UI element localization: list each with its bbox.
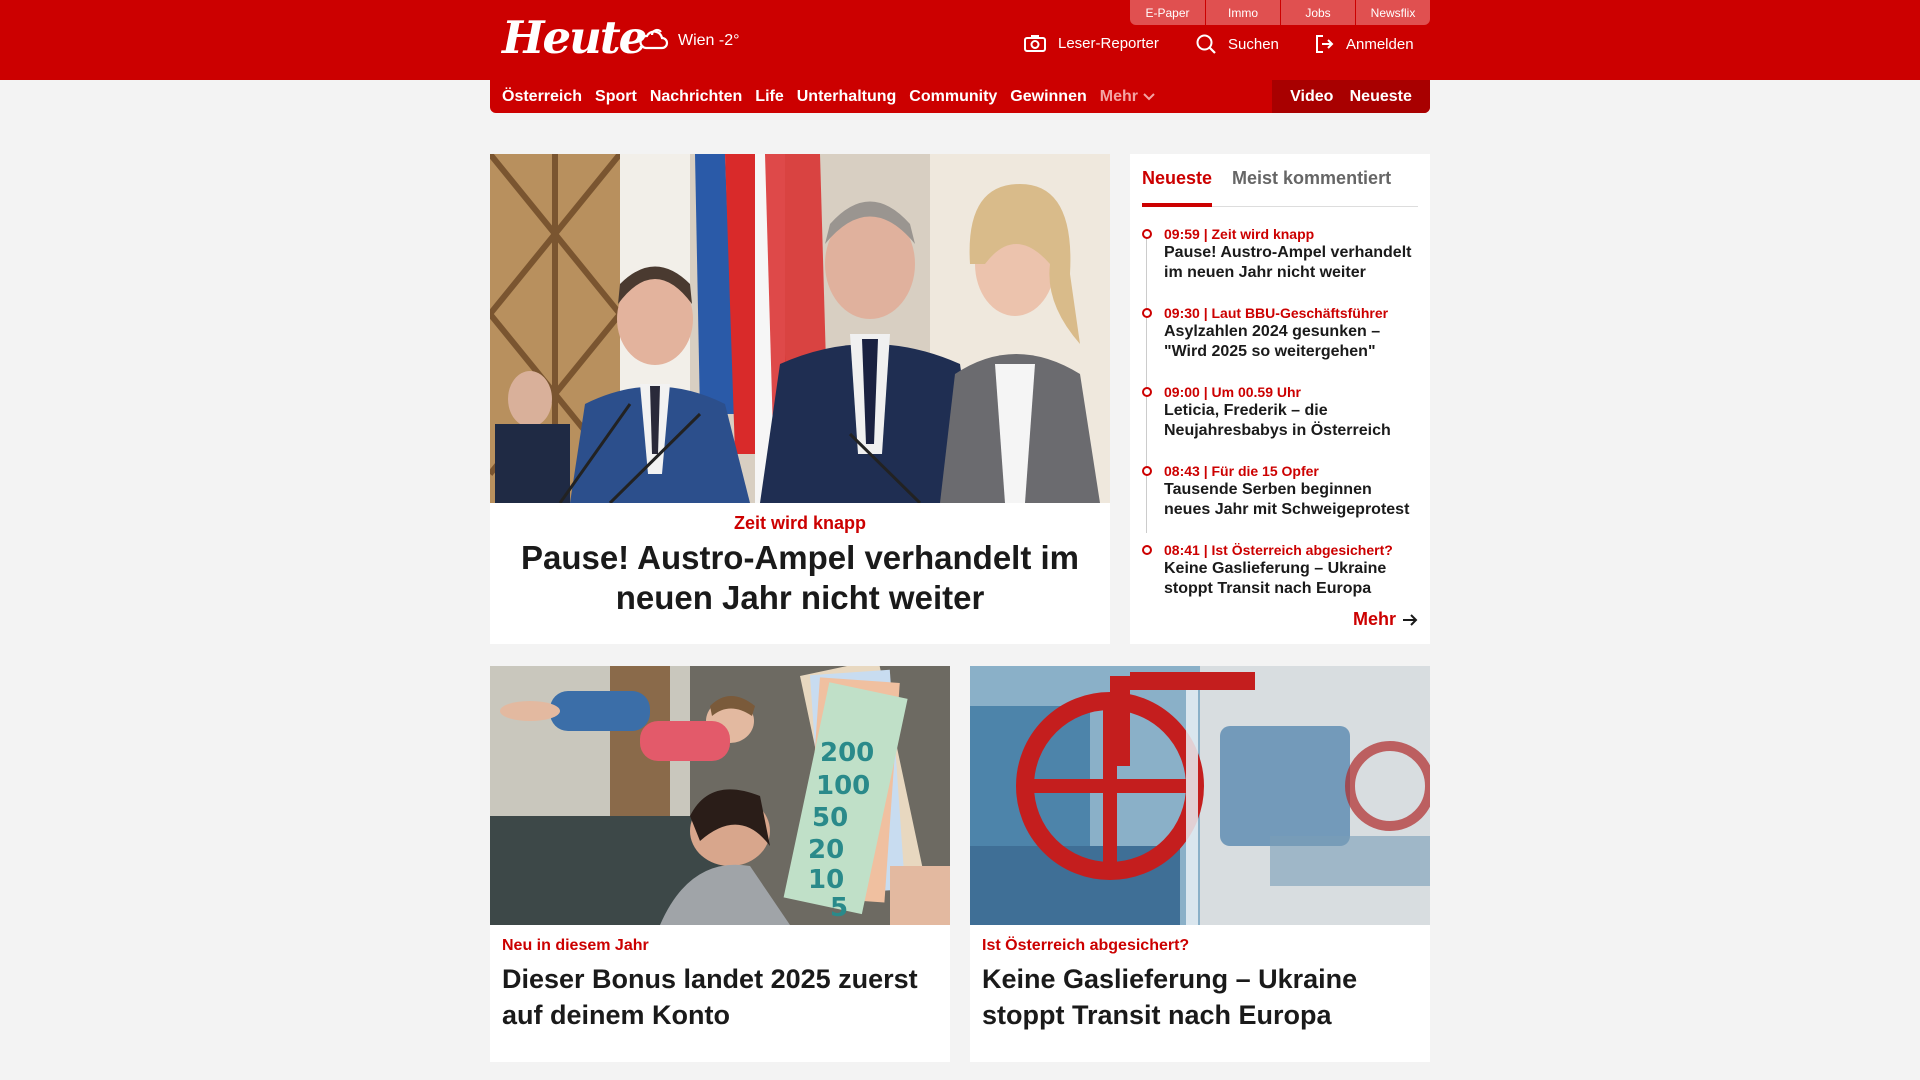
nav-more-dropdown[interactable]: Mehr <box>1100 88 1156 106</box>
tab-meist-kommentiert[interactable]: Meist kommentiert <box>1232 162 1391 206</box>
svg-text:20: 20 <box>808 835 844 865</box>
timeline-dot-icon <box>1142 387 1152 397</box>
news-item-title[interactable]: Leticia, Frederik – die Neujahresbabys i… <box>1164 401 1418 441</box>
list-item[interactable]: 08:43 | Für die 15 Opfer Tausende Serben… <box>1142 462 1418 541</box>
article-card-kicker: Neu in diesem Jahr <box>502 937 649 954</box>
news-item-meta: 09:30 | Laut BBU-Geschäftsführer <box>1164 305 1389 321</box>
weather-label: Wien -2° <box>678 32 740 49</box>
timeline-dot-icon <box>1142 545 1152 555</box>
topbar: E-Paper Immo Jobs Newsflix <box>1130 0 1430 25</box>
timeline-dot-icon <box>1142 229 1152 239</box>
svg-text:10: 10 <box>808 865 844 895</box>
latest-news-list: 09:59 | Zeit wird knapp Pause! Austro-Am… <box>1142 225 1418 620</box>
search-link[interactable]: Suchen <box>1196 34 1279 54</box>
latest-news-sidebar: Neueste Meist kommentiert 09:59 | Zeit w… <box>1130 154 1430 644</box>
topbar-jobs[interactable]: Jobs <box>1280 0 1355 25</box>
weather-cloud-icon <box>639 28 669 50</box>
weather-widget[interactable]: Wien -2° <box>638 26 740 56</box>
nav-item-gewinnen[interactable]: Gewinnen <box>1010 88 1086 106</box>
article-card-image: 200 100 50 20 10 5 <box>490 666 950 925</box>
news-item-title[interactable]: Pause! Austro-Ampel verhandelt im neuen … <box>1164 243 1418 283</box>
timeline-dot-icon <box>1142 466 1152 476</box>
tab-neueste[interactable]: Neueste <box>1142 162 1213 207</box>
sidebar-more-label: Mehr <box>1352 609 1396 629</box>
nav-item-unterhaltung[interactable]: Unterhaltung <box>797 88 897 106</box>
hero-title[interactable]: Pause! Austro-Ampel verhandelt im neuen … <box>520 538 1080 618</box>
hero-kicker: Zeit wird knapp <box>733 513 866 533</box>
article-card-kicker: Ist Österreich abgesichert? <box>982 937 1190 954</box>
nav-right-group: Video Neueste <box>1272 80 1430 113</box>
list-item[interactable]: 09:59 | Zeit wird knapp Pause! Austro-Am… <box>1142 225 1418 304</box>
svg-text:200: 200 <box>820 738 874 768</box>
nav-more-label: Mehr <box>1099 87 1138 105</box>
leser-reporter-label: Leser-Reporter <box>1058 34 1159 52</box>
login-label: Anmelden <box>1346 35 1414 53</box>
sidebar-tabs: Neueste Meist kommentiert <box>1142 162 1418 207</box>
leser-reporter-link[interactable]: Leser-Reporter <box>1024 34 1159 52</box>
hero-image <box>490 154 1110 503</box>
news-item-meta: 08:43 | Für die 15 Opfer <box>1164 463 1319 479</box>
topbar-epaper[interactable]: E-Paper <box>1130 0 1205 25</box>
timeline-dot-icon <box>1142 308 1152 318</box>
article-card-image <box>970 666 1430 925</box>
sidebar-more-link[interactable]: Mehr <box>1353 609 1418 630</box>
article-card-title[interactable]: Keine Gaslieferung – Ukraine stoppt Tran… <box>982 961 1418 1033</box>
news-item-title[interactable]: Keine Gaslieferung – Ukraine stoppt Tran… <box>1164 559 1418 599</box>
news-item-title[interactable]: Asylzahlen 2024 gesunken – "Wird 2025 so… <box>1164 322 1418 362</box>
search-label: Suchen <box>1228 35 1279 53</box>
nav-item-community[interactable]: Community <box>909 88 997 106</box>
main-nav: Österreich Sport Nachrichten Life Unterh… <box>490 80 1430 113</box>
nav-item-video[interactable]: Video <box>1290 88 1333 106</box>
nav-item-oesterreich[interactable]: Österreich <box>502 88 582 106</box>
site-logo[interactable]: Heute <box>502 14 647 62</box>
list-item[interactable]: 09:30 | Laut BBU-Geschäftsführer Asylzah… <box>1142 304 1418 383</box>
list-item[interactable]: 09:00 | Um 00.59 Uhr Leticia, Frederik –… <box>1142 383 1418 462</box>
article-card-title[interactable]: Dieser Bonus landet 2025 zuerst auf dein… <box>502 961 938 1033</box>
nav-item-nachrichten[interactable]: Nachrichten <box>650 88 742 106</box>
news-item-meta: 09:59 | Zeit wird knapp <box>1164 226 1315 242</box>
search-icon <box>1196 34 1216 54</box>
topbar-immo[interactable]: Immo <box>1205 0 1280 25</box>
nav-item-life[interactable]: Life <box>755 88 783 106</box>
arrow-right-icon <box>1403 613 1418 626</box>
login-icon <box>1316 35 1334 53</box>
site-header: Heute Wien -2° E-Paper Immo Jobs Newsfli… <box>0 0 1920 80</box>
login-link[interactable]: Anmelden <box>1314 34 1414 54</box>
svg-text:50: 50 <box>812 803 848 833</box>
nav-item-sport[interactable]: Sport <box>595 88 637 106</box>
article-card-gas[interactable]: Ist Österreich abgesichert? Keine Gaslie… <box>970 666 1430 1062</box>
news-item-title[interactable]: Tausende Serben beginnen neues Jahr mit … <box>1164 480 1418 520</box>
news-item-meta: 09:00 | Um 00.59 Uhr <box>1164 384 1301 400</box>
hero-article[interactable]: Zeit wird knapp Pause! Austro-Ampel verh… <box>490 154 1110 644</box>
article-card-bonus[interactable]: 200 100 50 20 10 5 Neu in diesem Jahr Di… <box>490 666 950 1062</box>
camera-icon <box>1024 35 1046 52</box>
chevron-down-icon <box>1143 92 1155 100</box>
svg-text:100: 100 <box>816 771 870 801</box>
nav-item-neueste[interactable]: Neueste <box>1350 88 1412 106</box>
news-item-meta: 08:41 | Ist Österreich abgesichert? <box>1164 542 1393 558</box>
topbar-newsflix[interactable]: Newsflix <box>1355 0 1430 25</box>
svg-text:5: 5 <box>830 893 848 923</box>
